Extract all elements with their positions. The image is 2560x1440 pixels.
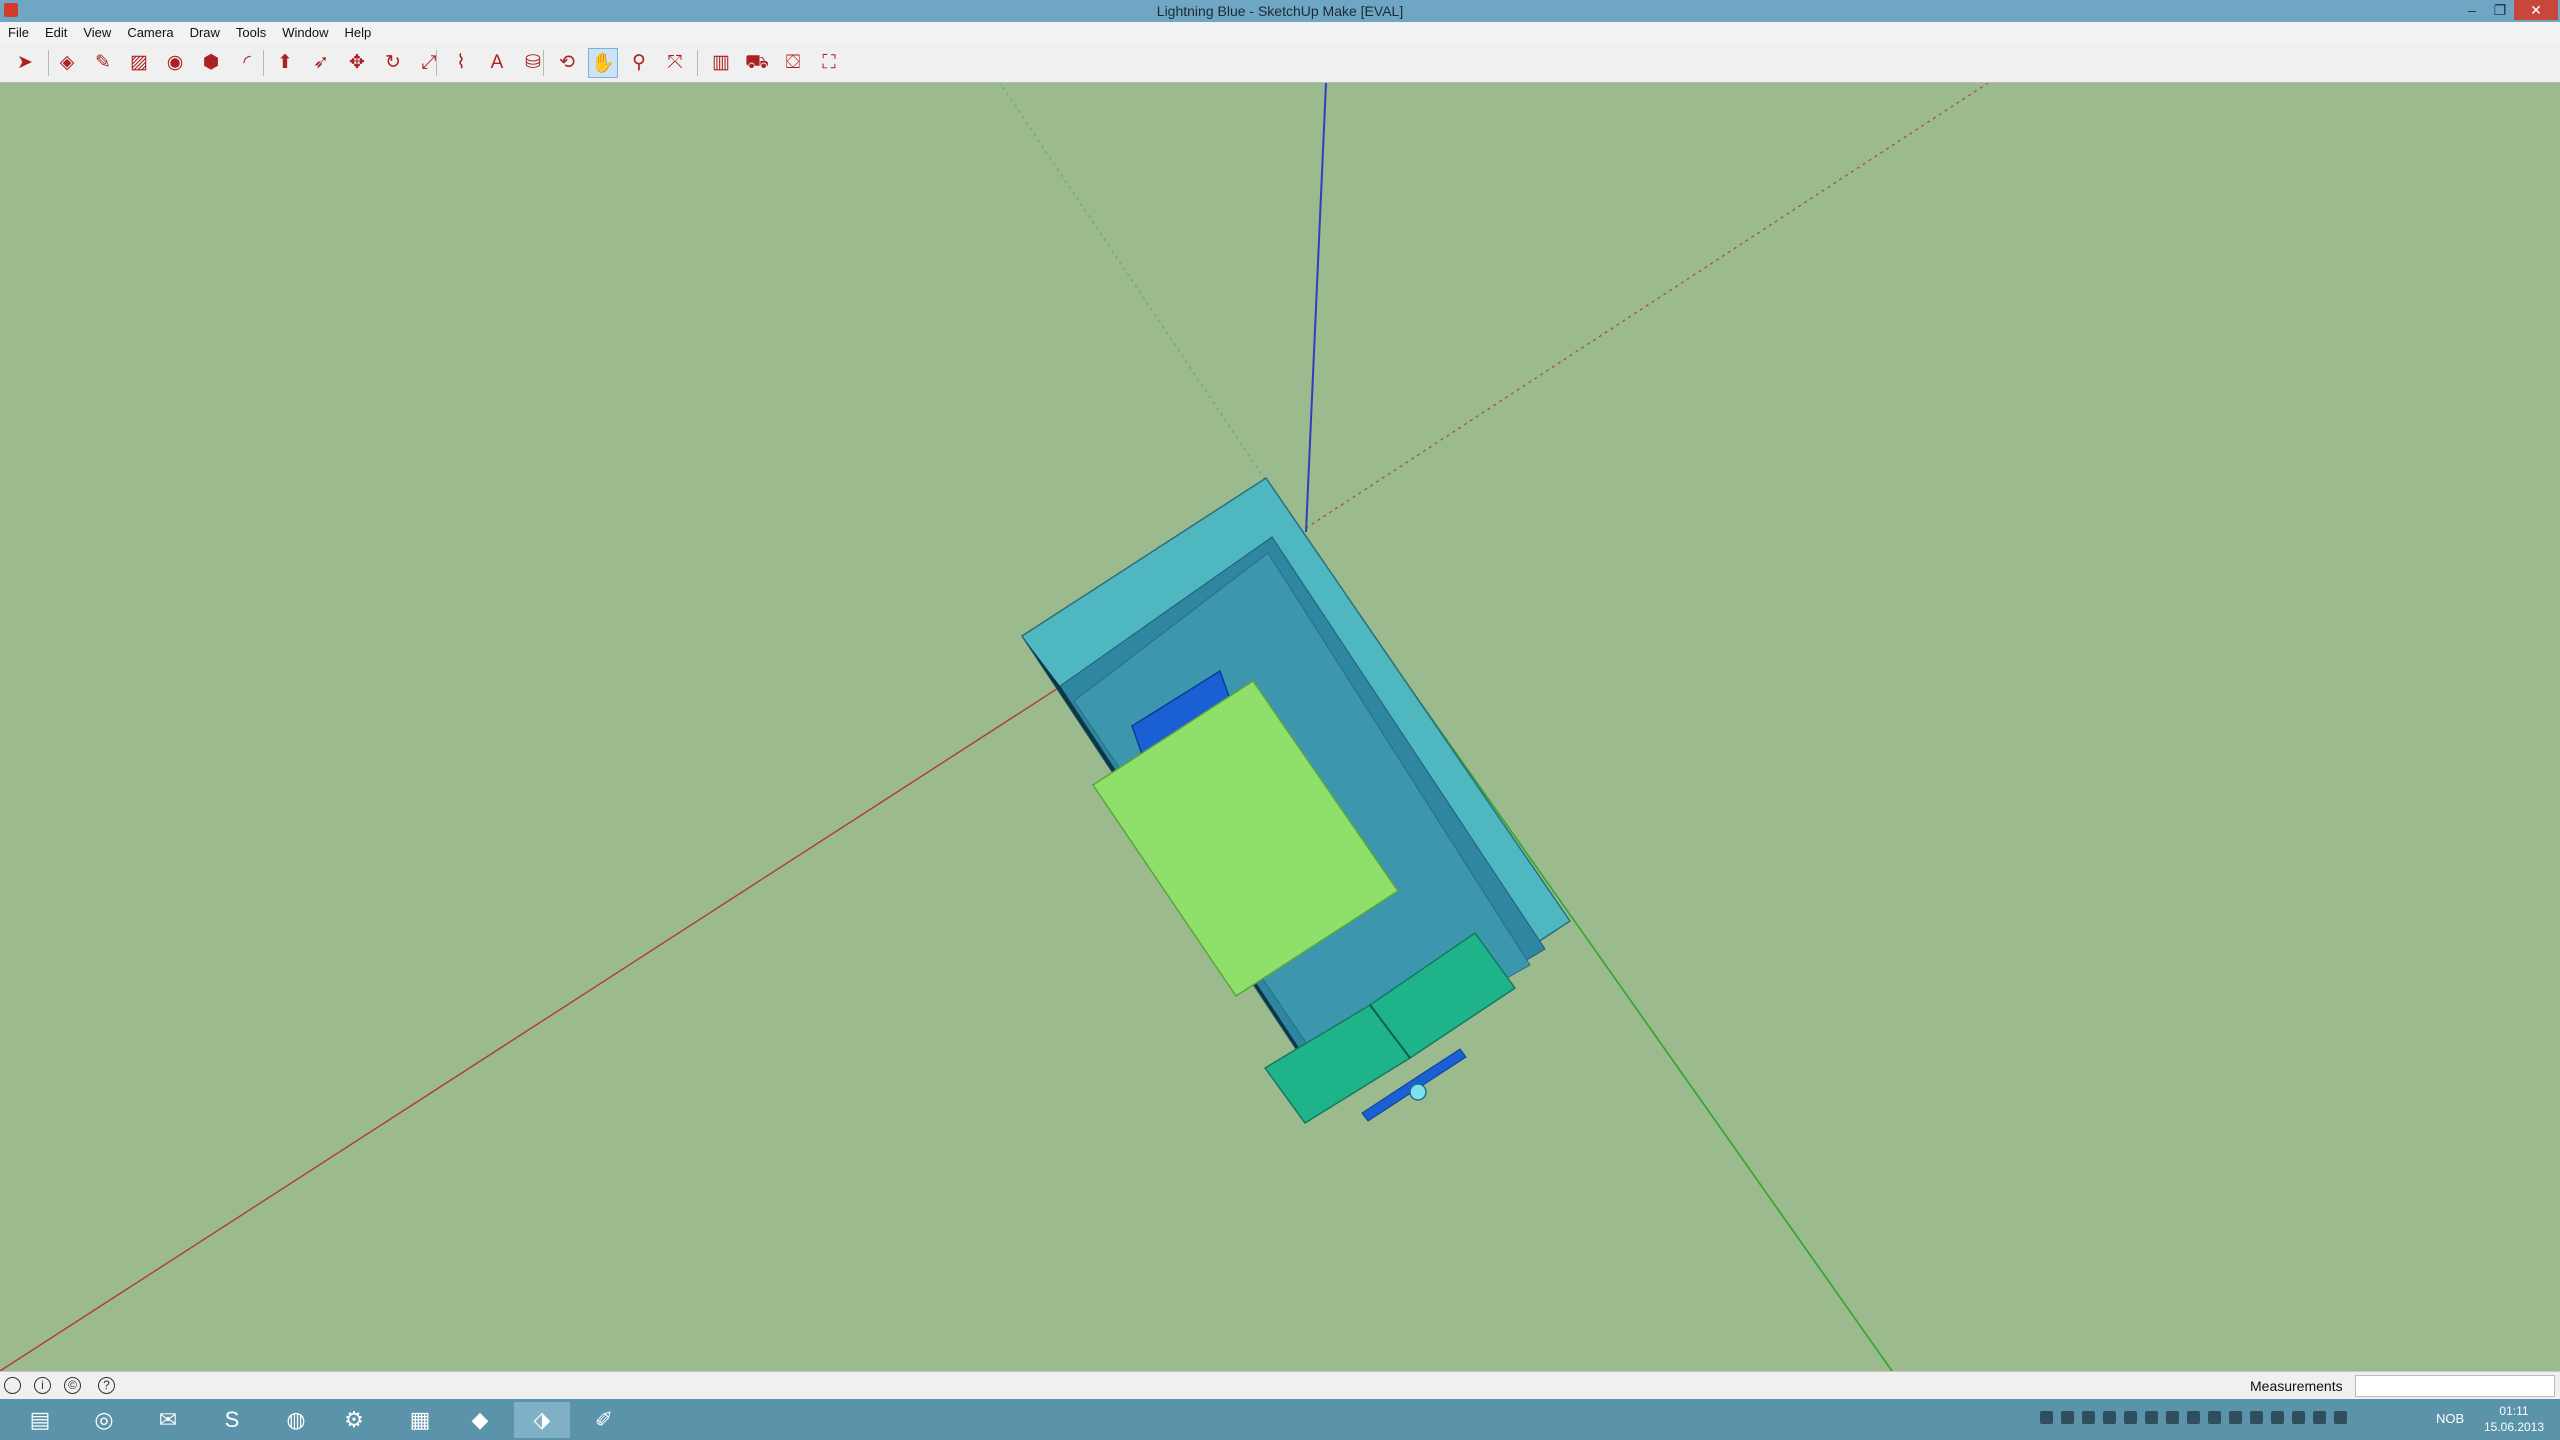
steam-icon[interactable]: ⚙ — [326, 1402, 382, 1438]
push-pull-tool-icon[interactable]: ⬆ — [270, 48, 300, 78]
eraser-tool-icon[interactable]: ◈ — [52, 48, 82, 78]
tray-icon[interactable] — [2292, 1411, 2305, 1424]
close-button[interactable]: ✕ — [2514, 0, 2558, 20]
tray-icon[interactable] — [2040, 1411, 2053, 1424]
clock-time: 01:11 — [2499, 1404, 2529, 1418]
window-title: Lightning Blue - SketchUp Make [EVAL] — [1156, 3, 1404, 19]
main-toolbar: ➤ ◈ ✎ ▨ ◉ ⬢ ◜ ⬆ ➶ ✥ ↻ ⤢ ⌇ A ⛁ ⟲ ✋ ⚲ ⤧ ▥ ⛟ ⛋ ⛶ — [0, 44, 2560, 83]
skype-icon[interactable]: S — [204, 1402, 260, 1438]
green-axis-dashed-line — [999, 83, 1301, 533]
warehouse-icon[interactable]: ▥ — [706, 48, 736, 78]
user-status-icon[interactable]: © — [64, 1377, 81, 1394]
menu-file[interactable]: File — [0, 22, 37, 40]
tray-icon[interactable] — [2166, 1411, 2179, 1424]
arc-tool-icon[interactable]: ◜ — [232, 48, 262, 78]
menu-view[interactable]: View — [75, 22, 119, 40]
text-tool-icon[interactable]: A — [482, 48, 512, 78]
select-tool-icon[interactable]: ➤ — [10, 48, 40, 78]
zoom-extents-tool-icon[interactable]: ⤧ — [660, 48, 690, 78]
clock-date: 15.06.2013 — [2483, 1420, 2545, 1434]
scene-canvas[interactable] — [0, 83, 2560, 1371]
credits-status-icon[interactable]: i — [34, 1377, 51, 1394]
model-viewport[interactable] — [0, 83, 2560, 1371]
menu-bar: File Edit View Camera Draw Tools Window Help — [0, 22, 2560, 44]
tray-icon[interactable] — [2124, 1411, 2137, 1424]
clock[interactable]: 01:11 15.06.2013 — [2474, 1403, 2554, 1435]
share-model-icon[interactable]: ⛟ — [742, 48, 772, 78]
menu-tools[interactable]: Tools — [228, 22, 274, 40]
polygon-tool-icon[interactable]: ⬢ — [196, 48, 226, 78]
windows-taskbar: NOB 01:11 15.06.2013 ▤ ◎ ✉ S ◍ ⚙ ▦ ◆ ⬗ ✐ — [0, 1399, 2560, 1440]
paint-icon[interactable]: ✐ — [576, 1402, 632, 1438]
rotate-tool-icon[interactable]: ↻ — [378, 48, 408, 78]
tray-icon[interactable] — [2103, 1411, 2116, 1424]
tray-icon[interactable] — [2061, 1411, 2074, 1424]
tray-icon[interactable] — [2208, 1411, 2221, 1424]
toolbar-separator — [697, 50, 698, 76]
status-bar: i © ? Measurements — [0, 1371, 2560, 1400]
menu-help[interactable]: Help — [337, 22, 380, 40]
measurements-input[interactable] — [2355, 1375, 2555, 1397]
orbit-tool-icon[interactable]: ⟲ — [552, 48, 582, 78]
file-explorer-icon[interactable]: ▤ — [12, 1402, 68, 1438]
follow-me-tool-icon[interactable]: ➶ — [306, 48, 336, 78]
toolbar-separator — [263, 50, 264, 76]
tray-icon[interactable] — [2313, 1411, 2326, 1424]
language-indicator[interactable]: NOB — [2436, 1411, 2464, 1426]
handle-knob[interactable] — [1409, 1083, 1427, 1101]
app-icon[interactable]: ▦ — [392, 1402, 448, 1438]
tray-icon[interactable] — [2271, 1411, 2284, 1424]
tray-icon[interactable] — [2229, 1411, 2242, 1424]
origin-icon[interactable]: ◍ — [268, 1402, 324, 1438]
menu-camera[interactable]: Camera — [119, 22, 181, 40]
pencil-tool-icon[interactable]: ✎ — [88, 48, 118, 78]
tray-icon[interactable] — [2187, 1411, 2200, 1424]
tray-icon[interactable] — [2082, 1411, 2095, 1424]
system-tray — [2040, 1411, 2420, 1429]
get-models-icon[interactable]: ⛋ — [778, 48, 808, 78]
app-icon-2[interactable]: ◆ — [452, 1402, 508, 1438]
help-status-icon[interactable]: ? — [98, 1377, 115, 1394]
title-bar: Lightning Blue - SketchUp Make [EVAL] – … — [0, 0, 2560, 22]
red-axis-dashed-line — [1299, 83, 1989, 533]
rectangle-tool-icon[interactable]: ▨ — [124, 48, 154, 78]
geolocation-status-icon[interactable] — [4, 1377, 21, 1394]
menu-draw[interactable]: Draw — [182, 22, 228, 40]
blue-axis-line — [1305, 83, 1327, 533]
toolbar-separator — [48, 50, 49, 76]
minimize-button[interactable]: – — [2458, 0, 2486, 20]
pan-tool-icon[interactable]: ✋ — [588, 48, 618, 78]
scale-tool-icon[interactable]: ⤢ — [414, 48, 444, 78]
restore-button[interactable]: ❐ — [2486, 0, 2514, 20]
tape-measure-tool-icon[interactable]: ⌇ — [446, 48, 476, 78]
tray-icon[interactable] — [2250, 1411, 2263, 1424]
thunderbird-icon[interactable]: ✉ — [140, 1402, 196, 1438]
circle-tool-icon[interactable]: ◉ — [160, 48, 190, 78]
measurements-label: Measurements — [2250, 1378, 2343, 1394]
tray-icon[interactable] — [2145, 1411, 2158, 1424]
extension-warehouse-icon[interactable]: ⛶ — [814, 48, 844, 78]
volume-icon[interactable] — [2334, 1411, 2347, 1424]
zoom-tool-icon[interactable]: ⚲ — [624, 48, 654, 78]
paint-bucket-tool-icon[interactable]: ⛁ — [518, 48, 548, 78]
move-tool-icon[interactable]: ✥ — [342, 48, 372, 78]
sketchup-icon[interactable]: ⬗ — [514, 1402, 570, 1438]
menu-edit[interactable]: Edit — [37, 22, 75, 40]
menu-window[interactable]: Window — [274, 22, 336, 40]
chrome-icon[interactable]: ◎ — [76, 1402, 132, 1438]
